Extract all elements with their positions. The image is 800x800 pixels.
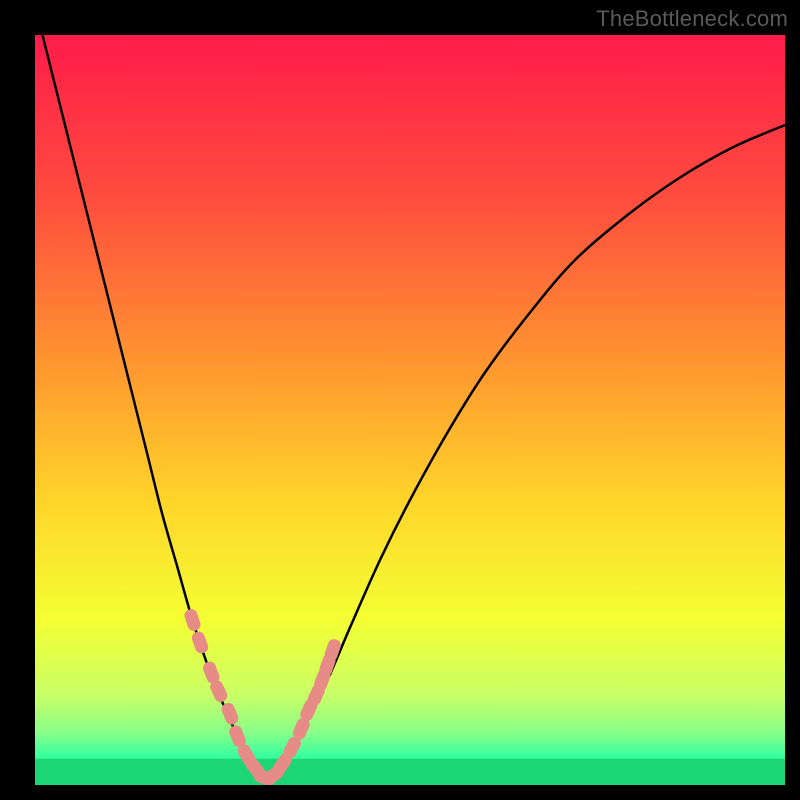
green-band [35,759,785,785]
plot-background [35,35,785,785]
bottleneck-chart [0,0,800,800]
chart-stage: TheBottleneck.com [0,0,800,800]
watermark-text: TheBottleneck.com [596,6,788,32]
